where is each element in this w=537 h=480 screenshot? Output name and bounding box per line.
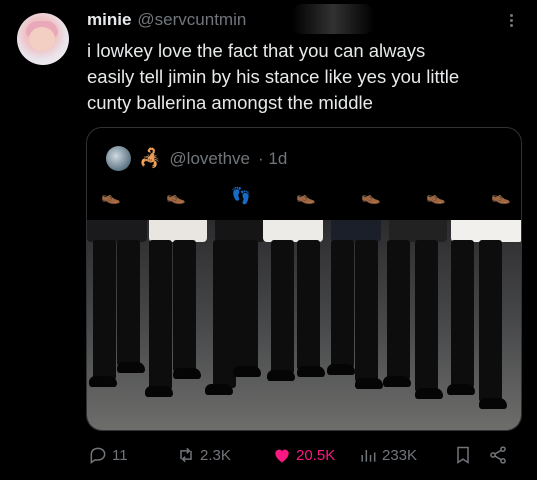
shoe bbox=[355, 378, 383, 389]
leg bbox=[355, 240, 378, 382]
shoe bbox=[145, 386, 173, 397]
tweet-text-line: easily tell jimin by his stance like yes… bbox=[87, 66, 460, 87]
leg bbox=[213, 240, 236, 388]
shirt bbox=[263, 220, 323, 242]
repost-icon bbox=[180, 447, 192, 463]
display-name[interactable]: minie bbox=[87, 10, 131, 30]
bookmark-icon bbox=[457, 446, 469, 464]
shoe-emoji: 👞 bbox=[101, 188, 121, 205]
reply-button[interactable]: 11 bbox=[88, 442, 128, 468]
blurred-region bbox=[292, 4, 374, 34]
shoe-emoji: 👞 bbox=[491, 188, 511, 205]
shirt bbox=[389, 220, 447, 242]
reply-icon bbox=[90, 447, 106, 464]
leg bbox=[297, 240, 320, 370]
quote-photo[interactable] bbox=[87, 220, 521, 430]
like-button[interactable]: 20.5K bbox=[272, 442, 335, 468]
shoe bbox=[479, 398, 507, 409]
tweet-header: minie @servcuntmin bbox=[87, 10, 246, 30]
share-icon bbox=[490, 446, 506, 464]
more-options-icon[interactable] bbox=[506, 12, 516, 34]
quote-header: 🦂 @lovethve · 1d bbox=[106, 146, 287, 171]
views-button[interactable]: 233K bbox=[358, 442, 417, 468]
quote-time: · 1d bbox=[258, 148, 288, 168]
repost-button[interactable]: 2.3K bbox=[176, 442, 231, 468]
author-avatar[interactable] bbox=[17, 13, 69, 65]
author-handle[interactable]: @servcuntmin bbox=[137, 10, 246, 30]
shoe-emoji: 👞 bbox=[426, 188, 446, 205]
shoe bbox=[267, 370, 295, 381]
tweet-text: i lowkey love the fact that you can alwa… bbox=[87, 38, 527, 116]
leg bbox=[149, 240, 172, 390]
shoe bbox=[173, 368, 201, 379]
action-bar: 11 2.3K 20.5K 233K bbox=[0, 442, 537, 468]
quote-avatar[interactable] bbox=[106, 146, 131, 171]
views-icon bbox=[361, 450, 376, 462]
shoe bbox=[117, 362, 145, 373]
leg bbox=[117, 240, 140, 366]
quoted-tweet[interactable]: 🦂 @lovethve · 1d 👞 👞 👣 👞 👞 👞 👞 bbox=[86, 127, 522, 431]
shirt bbox=[451, 220, 521, 242]
shoe-emoji: 👞 bbox=[166, 188, 186, 205]
leg bbox=[451, 240, 474, 388]
shoe bbox=[447, 384, 475, 395]
shoe bbox=[233, 366, 261, 377]
like-count: 20.5K bbox=[296, 446, 336, 464]
repost-count: 2.3K bbox=[200, 446, 231, 464]
shoe-emoji: 👞 bbox=[361, 188, 381, 205]
leg bbox=[479, 240, 502, 402]
heart-icon bbox=[275, 449, 289, 463]
leg bbox=[271, 240, 294, 374]
quote-handle[interactable]: @lovethve bbox=[169, 149, 250, 169]
quote-emoji-row: 👞 👞 👣 👞 👞 👞 👞 bbox=[101, 186, 511, 206]
quote-name-emoji: 🦂 bbox=[139, 148, 162, 168]
shoe-emoji: 👞 bbox=[296, 188, 316, 205]
views-count: 233K bbox=[382, 446, 418, 464]
shoe bbox=[297, 366, 325, 377]
shirt bbox=[149, 220, 207, 242]
tweet-text-line: i lowkey love the fact that you can alwa… bbox=[87, 40, 426, 61]
share-button[interactable] bbox=[488, 442, 508, 468]
shoe bbox=[415, 388, 443, 399]
shoe bbox=[205, 384, 233, 395]
leg bbox=[235, 240, 258, 370]
shoe bbox=[383, 376, 411, 387]
shirt bbox=[87, 220, 147, 242]
leg bbox=[331, 240, 354, 368]
leg bbox=[173, 240, 196, 372]
leg bbox=[93, 240, 116, 380]
reply-count: 11 bbox=[112, 446, 128, 464]
bookmark-button[interactable] bbox=[453, 442, 473, 468]
shoe bbox=[89, 376, 117, 387]
avatar-face bbox=[29, 27, 55, 51]
leg bbox=[415, 240, 438, 392]
shoe bbox=[327, 364, 355, 375]
leg bbox=[387, 240, 410, 380]
shirt bbox=[331, 220, 381, 242]
shirt bbox=[215, 220, 265, 242]
tweet-text-line: cunty ballerina amongst the middle bbox=[87, 92, 373, 113]
footprints-emoji: 👣 bbox=[231, 188, 251, 205]
